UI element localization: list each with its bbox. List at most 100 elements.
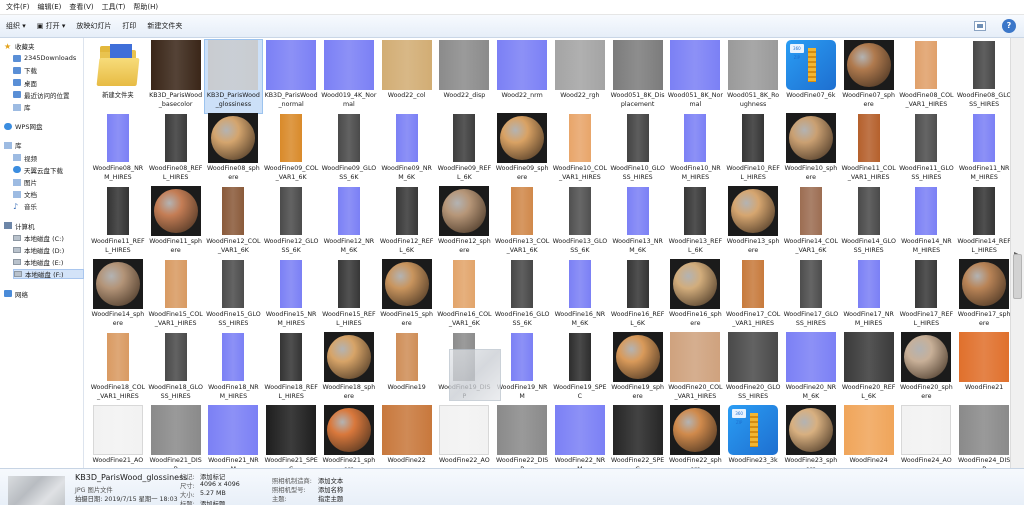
nav-drive-3[interactable]: 本地磁盘 (F:) bbox=[13, 269, 84, 280]
menu-item-2[interactable]: 查看(V) bbox=[65, 2, 97, 12]
file-item[interactable]: KB3D_ParisWood_basecolor bbox=[147, 40, 205, 113]
file-item[interactable]: WoodFine15_GLOSS_HIRES bbox=[205, 259, 263, 332]
file-item[interactable]: WoodFine22 bbox=[378, 405, 436, 468]
file-item[interactable]: WoodFine19_SPEC bbox=[551, 332, 609, 405]
file-item[interactable]: WoodFine18_COL_VAR1_HIRES bbox=[89, 332, 147, 405]
nav-drive-0[interactable]: 本地磁盘 (C:) bbox=[13, 233, 84, 243]
file-item[interactable]: WoodFine10_GLOSS_HIRES bbox=[609, 113, 667, 186]
file-item[interactable]: WoodFine07_sphere bbox=[840, 40, 898, 113]
change-view-button[interactable] bbox=[974, 21, 986, 31]
file-item[interactable]: WoodFine12_COL_VAR1_6K bbox=[205, 186, 263, 259]
file-item[interactable]: WoodFine21 bbox=[955, 332, 1010, 405]
nav-favorite-1[interactable]: 下载 bbox=[13, 65, 84, 75]
nav-library-3[interactable]: 文档 bbox=[13, 189, 84, 199]
file-item[interactable]: WoodFine10_sphere bbox=[782, 113, 840, 186]
file-item[interactable]: WoodFine16_sphere bbox=[667, 259, 725, 332]
file-item[interactable]: WoodFine17_GLOSS_HIRES bbox=[782, 259, 840, 332]
scrollbar-thumb[interactable] bbox=[1013, 254, 1022, 299]
toolbar-button-1[interactable]: ▣ 打开 ▾ bbox=[37, 21, 77, 31]
toolbar-button-0[interactable]: 组织 ▾ bbox=[6, 21, 37, 31]
file-item[interactable]: KB3D_ParisWood_normal bbox=[262, 40, 320, 113]
toolbar-button-4[interactable]: 新建文件夹 bbox=[147, 21, 193, 31]
file-item[interactable]: WoodFine24_DISP bbox=[955, 405, 1010, 468]
file-item[interactable]: WoodFine17_NRM_HIRES bbox=[840, 259, 898, 332]
file-item[interactable]: WoodFine16_GLOSS_6K bbox=[493, 259, 551, 332]
file-item[interactable]: WoodFine11_NRM_HIRES bbox=[955, 113, 1010, 186]
help-icon[interactable]: ? bbox=[1002, 19, 1016, 33]
nav-computer[interactable]: 计算机 bbox=[4, 221, 84, 231]
file-item[interactable]: WoodFine24_AO bbox=[898, 405, 956, 468]
file-item[interactable]: Wood22_rgh bbox=[551, 40, 609, 113]
file-item[interactable]: WoodFine14_NRM_HIRES bbox=[898, 186, 956, 259]
file-item[interactable]: WoodFine20_COL_VAR1_HIRES bbox=[667, 332, 725, 405]
file-item[interactable]: 新建文件夹 bbox=[89, 40, 147, 113]
file-item[interactable]: WoodFine22_AO bbox=[436, 405, 494, 468]
file-item[interactable]: WoodFine15_REFL_HIRES bbox=[320, 259, 378, 332]
file-item[interactable]: WoodFine14_COL_VAR1_6K bbox=[782, 186, 840, 259]
nav-drive-1[interactable]: 本地磁盘 (D:) bbox=[13, 245, 84, 255]
file-item[interactable]: WoodFine16_NRM_6K bbox=[551, 259, 609, 332]
nav-favorite-0[interactable]: 2345Downloads bbox=[13, 53, 84, 63]
nav-favorites[interactable]: ★ 收藏夹 bbox=[4, 41, 84, 51]
file-item[interactable]: WoodFine15_COL_VAR1_HIRES bbox=[147, 259, 205, 332]
file-item[interactable]: WoodFine08_NRM_HIRES bbox=[89, 113, 147, 186]
menu-item-1[interactable]: 编辑(E) bbox=[34, 2, 66, 12]
file-item[interactable]: WoodFine13_COL_VAR1_6K bbox=[493, 186, 551, 259]
file-item[interactable]: WoodFine11_GLOSS_HIRES bbox=[898, 113, 956, 186]
file-item[interactable]: Wood22_col bbox=[378, 40, 436, 113]
menu-item-0[interactable]: 文件(F) bbox=[2, 2, 34, 12]
file-item[interactable]: WoodFine22_sphere bbox=[667, 405, 725, 468]
toolbar-button-2[interactable]: 放映幻灯片 bbox=[76, 21, 122, 31]
file-item[interactable]: WoodFine21_SPEC bbox=[262, 405, 320, 468]
file-item[interactable]: WoodFine17_COL_VAR1_HIRES bbox=[724, 259, 782, 332]
file-item[interactable]: WoodFine16_COL_VAR1_6K bbox=[436, 259, 494, 332]
file-item[interactable]: WoodFine09_sphere bbox=[493, 113, 551, 186]
file-item[interactable]: WoodFine18_GLOSS_HIRES bbox=[147, 332, 205, 405]
detail-prop-value[interactable]: 5.27 MB bbox=[200, 490, 226, 497]
file-item[interactable]: WoodFine11_REFL_HIRES bbox=[89, 186, 147, 259]
file-item[interactable]: WoodFine22_SPEC bbox=[609, 405, 667, 468]
file-item[interactable]: 360 ZIP WoodFine23_3k bbox=[724, 405, 782, 468]
file-item[interactable]: WoodFine10_COL_VAR1_HIRES bbox=[551, 113, 609, 186]
detail-prop-value[interactable]: 添加标记 bbox=[200, 472, 225, 481]
file-item[interactable]: WoodFine09_COL_VAR1_6K bbox=[262, 113, 320, 186]
file-item[interactable]: WoodFine21_sphere bbox=[320, 405, 378, 468]
file-item[interactable]: WoodFine19 bbox=[378, 332, 436, 405]
file-item[interactable]: WoodFine17_REFL_HIRES bbox=[898, 259, 956, 332]
nav-favorite-4[interactable]: 库 bbox=[13, 102, 84, 112]
file-item[interactable]: WoodFine18_NRM_HIRES bbox=[205, 332, 263, 405]
nav-favorite-2[interactable]: 桌面 bbox=[13, 78, 84, 88]
file-item[interactable]: Wood22_disp bbox=[436, 40, 494, 113]
file-item[interactable]: WoodFine14_REFL_HIRES bbox=[955, 186, 1010, 259]
file-item[interactable]: WoodFine15_NRM_HIRES bbox=[262, 259, 320, 332]
file-item[interactable]: WoodFine11_COL_VAR1_HIRES bbox=[840, 113, 898, 186]
nav-libraries[interactable]: 库 bbox=[4, 140, 84, 150]
file-item[interactable]: WoodFine16_REFL_6K bbox=[609, 259, 667, 332]
nav-favorite-3[interactable]: 最近访问的位置 bbox=[13, 90, 84, 100]
file-item[interactable]: WoodFine10_REFL_HIRES bbox=[724, 113, 782, 186]
file-item[interactable]: WoodFine19_NRM bbox=[493, 332, 551, 405]
file-item[interactable]: WoodFine08_GLOSS_HIRES bbox=[955, 40, 1010, 113]
detail-prop-value[interactable]: 添加文本 bbox=[318, 476, 343, 485]
toolbar-button-3[interactable]: 打印 bbox=[122, 21, 147, 31]
detail-prop-value[interactable]: 添加标题 bbox=[200, 499, 225, 505]
menu-item-3[interactable]: 工具(T) bbox=[98, 2, 130, 12]
detail-prop-value[interactable]: 添加名称 bbox=[318, 485, 343, 494]
file-item[interactable]: WoodFine24 bbox=[840, 405, 898, 468]
file-item[interactable]: Wood051_8K_Roughness bbox=[724, 40, 782, 113]
file-item[interactable]: WoodFine21_DISP bbox=[147, 405, 205, 468]
file-item[interactable]: WoodFine12_sphere bbox=[436, 186, 494, 259]
file-item[interactable]: WoodFine09_NRM_6K bbox=[378, 113, 436, 186]
file-item[interactable]: WoodFine14_sphere bbox=[89, 259, 147, 332]
file-item[interactable]: WoodFine22_NRM bbox=[551, 405, 609, 468]
file-item[interactable]: WoodFine08_REFL_HIRES bbox=[147, 113, 205, 186]
file-item[interactable]: WoodFine11_sphere bbox=[147, 186, 205, 259]
file-item[interactable]: WoodFine21_AO bbox=[89, 405, 147, 468]
file-item[interactable]: WoodFine13_GLOSS_6K bbox=[551, 186, 609, 259]
file-item[interactable]: WoodFine23_sphere bbox=[782, 405, 840, 468]
file-item[interactable]: Wood051_8K_Displacement bbox=[609, 40, 667, 113]
file-item[interactable]: Wood051_8K_Normal bbox=[667, 40, 725, 113]
file-item[interactable]: Wood019_4K_Normal bbox=[320, 40, 378, 113]
detail-prop-value[interactable]: 指定主题 bbox=[318, 494, 343, 503]
file-item[interactable]: WoodFine09_REFL_6K bbox=[436, 113, 494, 186]
